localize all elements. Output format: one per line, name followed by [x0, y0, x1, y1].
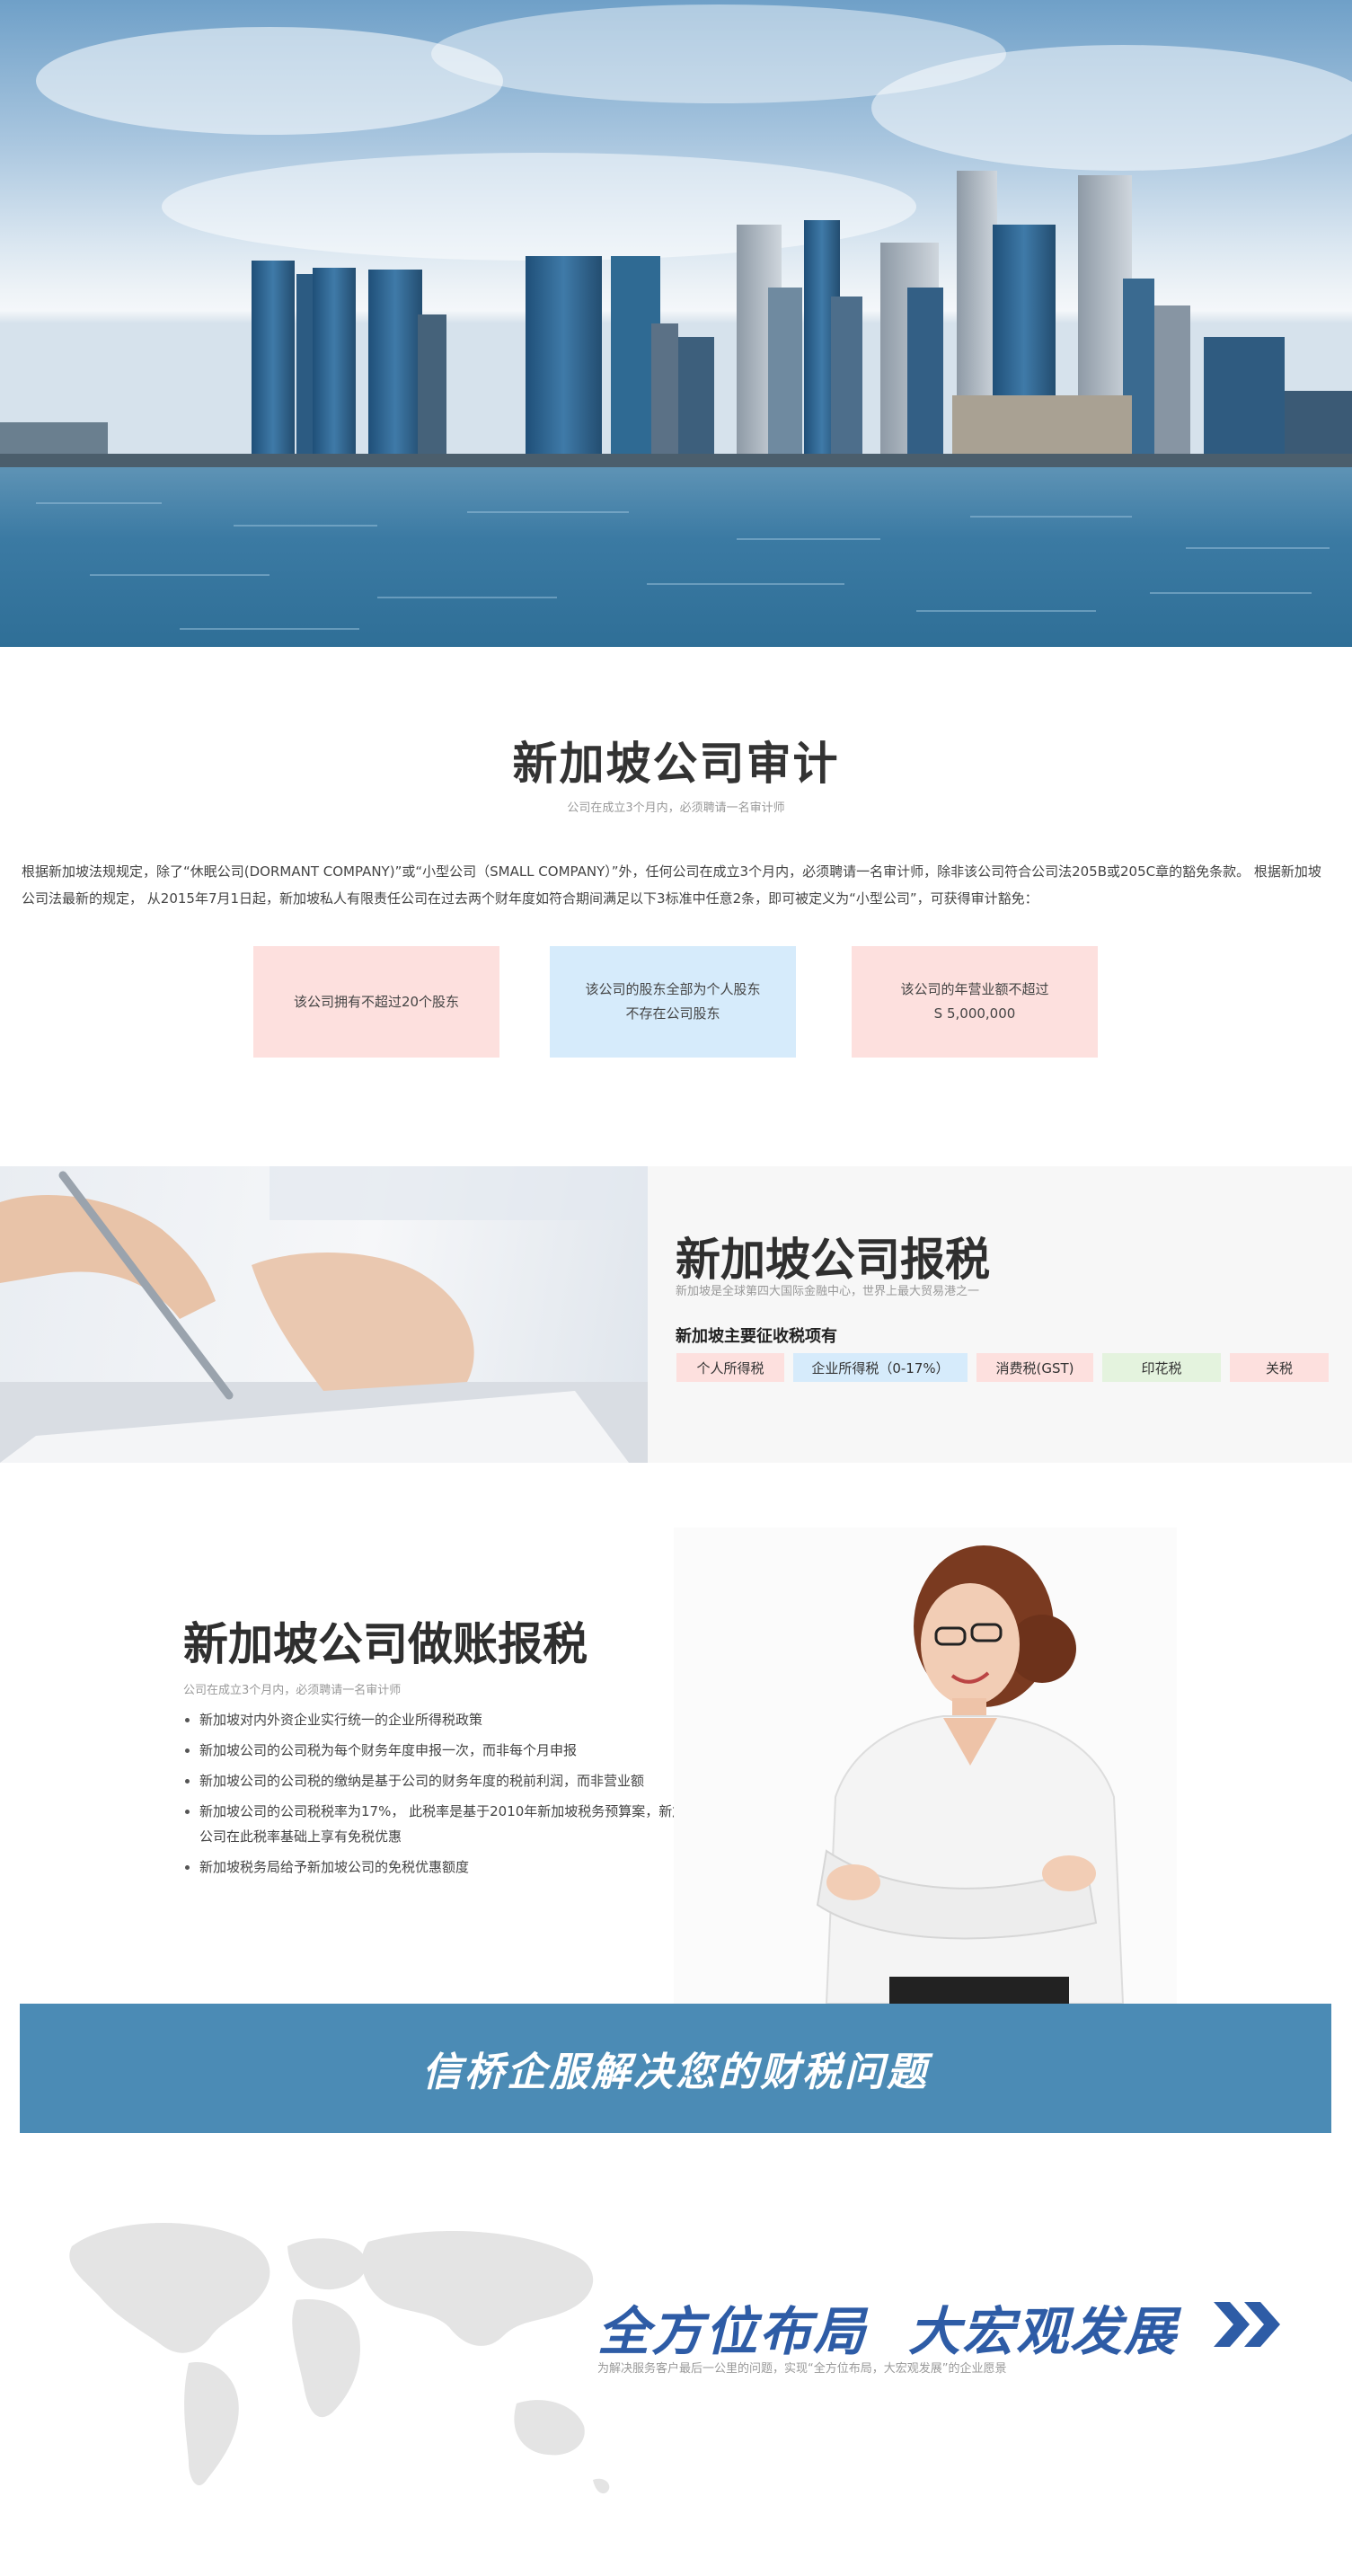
- slogan-heading: 全方位布局 大宏观发展: [597, 2289, 1178, 2365]
- list-item: 新加坡公司的公司税税率为17%， 此税率是基于2010年新加坡税务预算案，新加坡…: [183, 1799, 704, 1849]
- list-item: 新加坡对内外资企业实行统一的企业所得税政策: [183, 1707, 704, 1732]
- audit-condition-card: 该公司的股东全部为个人股东 不存在公司股东: [550, 946, 796, 1058]
- tax-tag-customs: 关税: [1230, 1353, 1329, 1382]
- world-map-icon: [54, 2210, 629, 2507]
- tax-tag-personal-income: 个人所得税: [676, 1353, 784, 1382]
- slogan-subtitle: 为解决服务客户最后一公里的问题，实现“全方位布局，大宏观发展”的企业愿景: [597, 2362, 1007, 2376]
- tax-tag-gst: 消费税(GST): [976, 1353, 1093, 1382]
- list-item: 新加坡公司的公司税为每个财务年度申报一次，而非每个月申报: [183, 1738, 704, 1763]
- bookkeeping-list: 新加坡对内外资企业实行统一的企业所得税政策 新加坡公司的公司税为每个财务年度申报…: [183, 1707, 704, 1885]
- skyline-illustration: [0, 4, 1352, 647]
- hero-skyline-image: [0, 0, 1352, 647]
- tax-subtitle: 新加坡是全球第四大国际金融中心，世界上最大贸易港之一: [676, 1285, 980, 1298]
- slogan-part-2: 大宏观发展: [908, 2301, 1179, 2362]
- list-item: 新加坡公司的公司税的缴纳是基于公司的财务年度的税前利润，而非营业额: [183, 1768, 704, 1793]
- tax-title: 新加坡公司报税: [676, 1234, 990, 1286]
- promo-banner: 信桥企服解决您的财税问题: [20, 2004, 1331, 2133]
- businesswoman-photo: [674, 1527, 1177, 2004]
- tax-tag-corporate-income: 企业所得税（0-17%）: [793, 1353, 968, 1382]
- bookkeeping-title: 新加坡公司做账报税: [183, 1618, 588, 1670]
- writing-hand-photo: [0, 1166, 648, 1463]
- audit-condition-card: 该公司的年营业额不超过 S 5,000,000: [852, 946, 1098, 1058]
- bookkeeping-subtitle: 公司在成立3个月内，必须聘请一名审计师: [183, 1684, 402, 1697]
- double-chevron-right-icon: [1210, 2297, 1287, 2356]
- page: 新加坡公司审计 公司在成立3个月内，必须聘请一名审计师 根据新加坡法规规定，除了…: [0, 0, 1352, 2576]
- tax-tag-stamp-duty: 印花税: [1102, 1353, 1221, 1382]
- tax-types-label: 新加坡主要征收税项有: [676, 1327, 837, 1346]
- slogan-part-1: 全方位布局: [597, 2301, 868, 2362]
- audit-subtitle: 公司在成立3个月内，必须聘请一名审计师: [567, 801, 785, 815]
- audit-condition-card: 该公司拥有不超过20个股东: [253, 946, 499, 1058]
- audit-body-text: 根据新加坡法规规定，除了“休眠公司(DORMANT COMPANY)”或“小型公…: [22, 863, 1321, 907]
- banner-text: 信桥企服解决您的财税问题: [422, 2049, 929, 2095]
- audit-title: 新加坡公司审计: [512, 738, 840, 790]
- list-item: 新加坡税务局给予新加坡公司的免税优惠额度: [183, 1855, 704, 1880]
